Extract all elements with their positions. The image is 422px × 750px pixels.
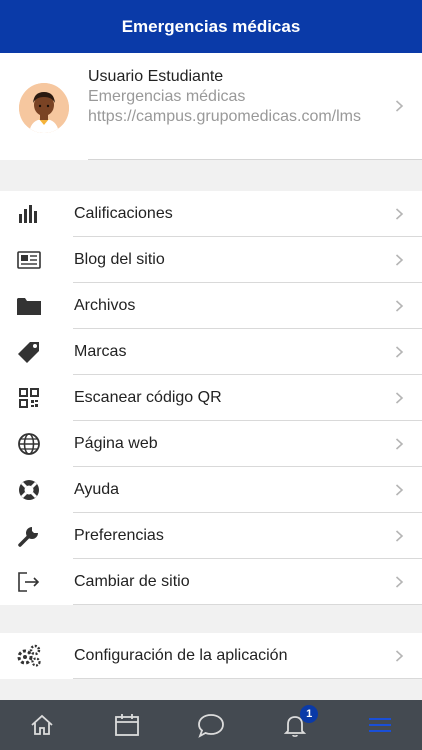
lifebuoy-icon [16,478,42,502]
tab-notifications[interactable]: 1 [253,700,337,750]
menu-item-label: Archivos [74,297,136,314]
tab-messages[interactable] [169,700,253,750]
profile-site: Emergencias médicas [88,88,246,105]
menu-item-website[interactable]: Página web [0,421,422,467]
avatar [19,83,69,133]
menu-item-calificaciones[interactable]: Calificaciones [0,191,422,237]
chevron-right-icon [395,576,404,588]
chevron-right-icon [395,438,404,450]
profile-name: Usuario Estudiante [88,68,224,85]
cogs-icon [16,644,42,668]
notification-badge: 1 [300,705,319,723]
menu-item-scan-qr[interactable]: Escanear código QR [0,375,422,421]
bar-chart-icon [16,202,42,226]
newspaper-icon [16,248,42,272]
divider [88,159,422,160]
menu-item-label: Blog del sitio [74,251,165,268]
menu-item-blog[interactable]: Blog del sitio [0,237,422,283]
calendar-icon [114,714,139,736]
home-icon [31,714,53,735]
chevron-right-icon [395,100,404,112]
menu-item-label: Calificaciones [74,205,173,222]
menu-item-app-settings[interactable]: Configuración de la aplicación [0,633,422,679]
chevron-right-icon [395,530,404,542]
divider [73,604,422,605]
menu-item-label: Escanear código QR [74,389,222,406]
chevron-right-icon [395,346,404,358]
chevron-right-icon [395,650,404,662]
menu-item-preferences[interactable]: Preferencias [0,513,422,559]
main-menu: Calificaciones Blog del sitio Archivos M… [0,191,422,605]
tag-icon [16,340,42,364]
sign-out-icon [16,570,42,594]
menu-item-label: Cambiar de sitio [74,573,190,590]
wrench-icon [16,524,42,548]
settings-menu: Configuración de la aplicación [0,633,422,679]
menu-item-archivos[interactable]: Archivos [0,283,422,329]
app-header: Emergencias médicas [0,0,422,53]
menu-item-switch-site[interactable]: Cambiar de sitio [0,559,422,605]
chevron-right-icon [395,254,404,266]
chat-bubble-icon [198,714,224,738]
qr-code-icon [16,386,42,410]
menu-item-label: Preferencias [74,527,164,544]
divider [73,678,422,679]
page-title: Emergencias médicas [121,16,301,36]
user-profile-row[interactable]: Usuario Estudiante Emergencias médicas h… [0,53,422,160]
menu-item-help[interactable]: Ayuda [0,467,422,513]
tab-calendar[interactable] [84,700,168,750]
menu-item-label: Marcas [74,343,127,360]
menu-item-label: Página web [74,435,158,452]
chevron-right-icon [395,300,404,312]
chevron-right-icon [395,208,404,220]
tab-menu[interactable] [338,700,422,750]
folder-icon [16,294,42,318]
globe-icon [16,432,42,456]
tab-home[interactable] [0,700,84,750]
menu-item-marcas[interactable]: Marcas [0,329,422,375]
chevron-right-icon [395,392,404,404]
menu-item-label: Ayuda [74,481,120,498]
hamburger-menu-icon [368,718,391,732]
chevron-right-icon [395,484,404,496]
menu-item-label: Configuración de la aplicación [74,647,288,664]
profile-url: https://campus.grupomedicas.com/lms [88,108,361,125]
bottom-tab-bar: 1 [0,700,422,750]
